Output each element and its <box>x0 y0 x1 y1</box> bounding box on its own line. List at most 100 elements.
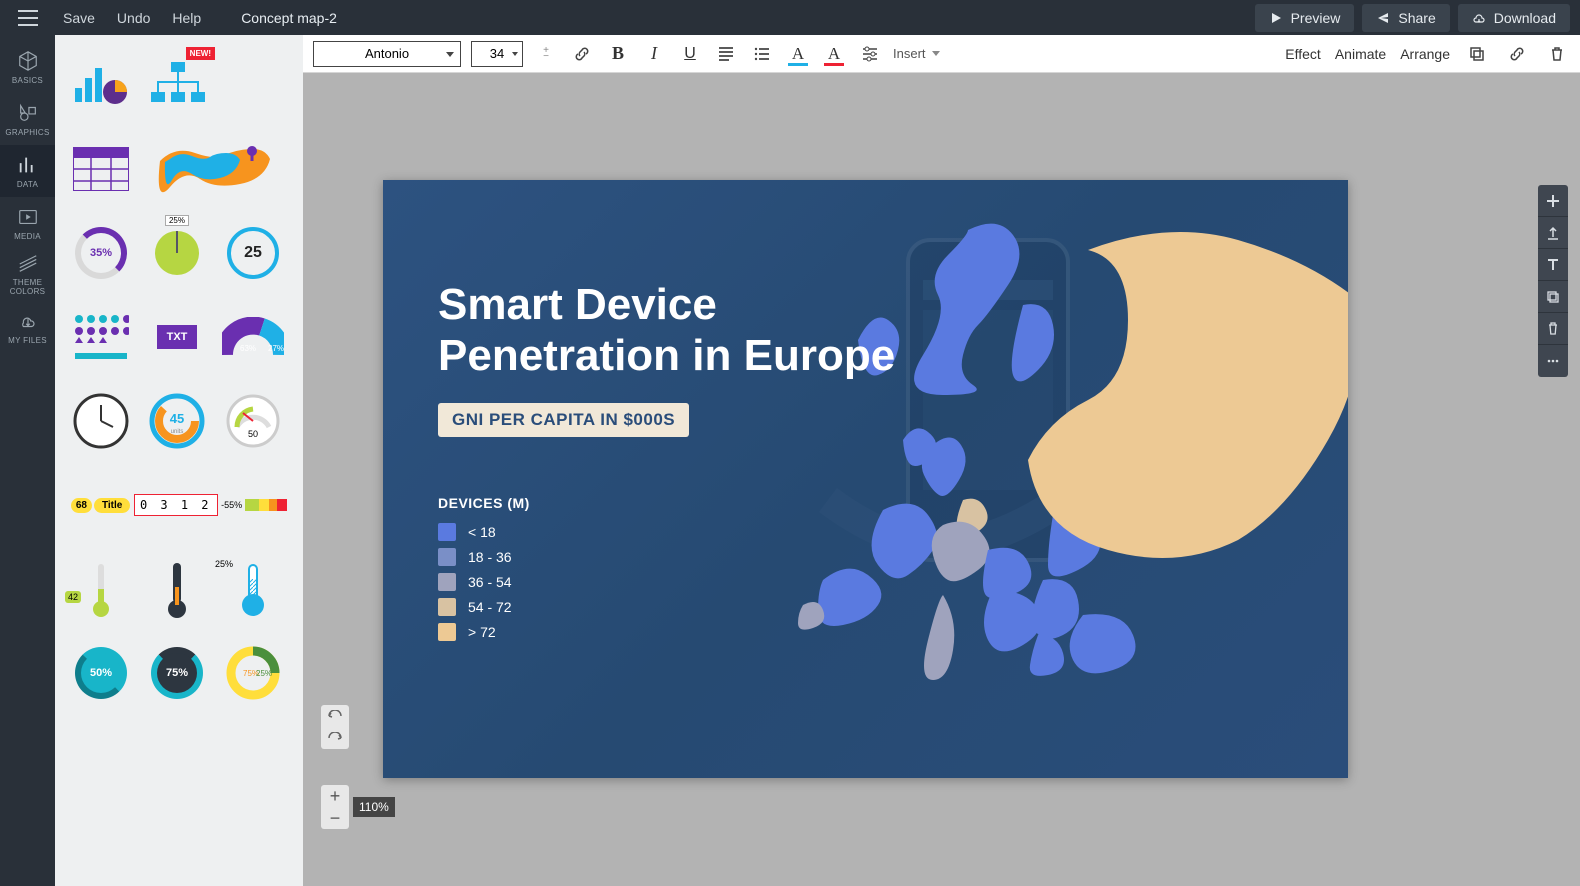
ring2-value: 75% <box>151 647 203 699</box>
rail-label: BASICS <box>12 76 43 85</box>
cloud-upload-icon <box>17 310 39 332</box>
widget-txt-badge[interactable]: TXT <box>145 305 209 369</box>
delete-button[interactable] <box>1538 313 1568 345</box>
add-slide-button[interactable] <box>1538 185 1568 217</box>
legend-swatch <box>438 573 456 591</box>
download-label: Download <box>1494 10 1556 26</box>
share-button[interactable]: Share <box>1362 4 1449 32</box>
effect-button[interactable]: Effect <box>1285 46 1321 62</box>
shapes-icon <box>17 102 39 124</box>
rail-basics[interactable]: BASICS <box>0 41 55 93</box>
rail-my-files[interactable]: MY FILES <box>0 301 55 353</box>
bold-icon[interactable]: B <box>605 41 631 67</box>
widget-table[interactable] <box>69 137 133 201</box>
canvas-slide[interactable]: Smart Device Penetration in Europe GNI P… <box>383 180 1348 778</box>
save-button[interactable]: Save <box>63 10 95 26</box>
rail-media[interactable]: MEDIA <box>0 197 55 249</box>
chart-icon <box>17 154 39 176</box>
rail-graphics[interactable]: GRAPHICS <box>0 93 55 145</box>
ring1-value: 50% <box>75 647 127 699</box>
share-icon <box>1376 11 1390 25</box>
cloud-download-icon <box>1472 11 1486 25</box>
widget-therm-dark[interactable] <box>145 557 209 621</box>
widget-map[interactable] <box>145 137 285 201</box>
widget-donut-35[interactable]: 35% <box>69 221 133 285</box>
ring-value: 25 <box>227 227 279 279</box>
help-button[interactable]: Help <box>172 10 201 26</box>
link2-icon[interactable] <box>1504 41 1530 67</box>
preview-button[interactable]: Preview <box>1255 4 1355 32</box>
undo-button[interactable]: Undo <box>117 10 150 26</box>
svg-text:27%: 27% <box>268 344 284 353</box>
menu-icon[interactable] <box>0 0 55 35</box>
underline-icon[interactable]: U <box>677 41 703 67</box>
insert-dropdown[interactable]: Insert <box>893 46 940 61</box>
animate-button[interactable]: Animate <box>1335 46 1386 62</box>
text-color-icon[interactable]: A <box>785 41 811 67</box>
widget-ring-split[interactable]: 75%25% <box>221 641 285 705</box>
text-tool-button[interactable] <box>1538 249 1568 281</box>
widget-iconarray[interactable] <box>69 305 133 369</box>
widget-panel[interactable]: NEW! 35% 25% 25 <box>55 35 303 886</box>
document-title[interactable]: Concept map-2 <box>241 10 337 26</box>
legend-row: 36 - 54 <box>438 573 1293 591</box>
legend-swatch <box>438 548 456 566</box>
widget-ring-25[interactable]: 25 <box>221 221 285 285</box>
left-rail: BASICS GRAPHICS DATA MEDIA THEME COLORS … <box>0 35 55 886</box>
rail-theme-colors[interactable]: THEME COLORS <box>0 249 55 301</box>
upload-button[interactable] <box>1538 217 1568 249</box>
widget-speedometer[interactable]: 50 <box>221 389 285 453</box>
trash-icon[interactable] <box>1544 41 1570 67</box>
share-label: Share <box>1398 10 1435 26</box>
rail-label: THEME COLORS <box>0 279 55 297</box>
download-button[interactable]: Download <box>1458 4 1570 32</box>
list-icon[interactable] <box>749 41 775 67</box>
top-menu: Save Undo Help Concept map-2 <box>55 10 337 26</box>
copy-button[interactable] <box>1538 281 1568 313</box>
line-height-icon[interactable]: +− <box>533 41 559 67</box>
widget-ring-75[interactable]: 75% <box>145 641 209 705</box>
align-icon[interactable] <box>713 41 739 67</box>
more-button[interactable] <box>1538 345 1568 377</box>
arrange-button[interactable]: Arrange <box>1400 46 1450 62</box>
map-legend[interactable]: DEVICES (M) < 18 18 - 36 36 - 54 54 - 72… <box>438 495 1293 641</box>
canvas-area[interactable]: Antonio 34 +− B I U A A Insert Effect An… <box>303 35 1580 886</box>
italic-icon[interactable]: I <box>641 41 667 67</box>
svg-text:units: units <box>171 429 184 435</box>
palette-icon <box>17 253 39 275</box>
widget-progress-pill[interactable]: 68 Title <box>71 498 131 513</box>
settings-sliders-icon[interactable] <box>857 41 883 67</box>
font-size-select[interactable]: 34 <box>471 41 523 67</box>
options-bar: Antonio 34 +− B I U A A Insert Effect An… <box>303 35 1580 73</box>
zoom-in-button[interactable]: + <box>321 785 349 807</box>
slide-title[interactable]: Smart Device Penetration in Europe <box>438 280 1293 381</box>
zoom-out-button[interactable]: − <box>321 807 349 829</box>
widget-barstack[interactable]: -55% <box>221 499 287 511</box>
legend-label: 54 - 72 <box>468 599 512 615</box>
widget-arc-chart[interactable]: 63% 27% <box>221 305 285 369</box>
widget-counter[interactable]: 0 3 1 2 <box>134 494 218 516</box>
link-icon[interactable] <box>569 41 595 67</box>
font-select[interactable]: Antonio <box>313 41 461 67</box>
preview-label: Preview <box>1291 10 1341 26</box>
widget-therm-green[interactable]: 42 <box>69 557 133 621</box>
redo-canvas-button[interactable] <box>321 727 349 749</box>
widget-ring-50[interactable]: 50% <box>69 641 133 705</box>
widget-radial-45[interactable]: 45units <box>145 389 209 453</box>
insert-label: Insert <box>893 46 926 61</box>
widget-orgchart[interactable]: NEW! <box>145 53 209 117</box>
widget-pie-green[interactable]: 25% <box>145 221 209 285</box>
widget-bar-pie[interactable] <box>69 53 133 117</box>
therm2-label: 25% <box>215 559 233 569</box>
slide-subtitle[interactable]: GNI PER CAPITA IN $000S <box>438 403 689 437</box>
widget-therm-blue[interactable]: 25% <box>221 557 285 621</box>
svg-text:25%: 25% <box>256 669 272 678</box>
history-controls <box>321 705 349 749</box>
widget-clock[interactable] <box>69 389 133 453</box>
duplicate-icon[interactable] <box>1464 41 1490 67</box>
text-highlight-icon[interactable]: A <box>821 41 847 67</box>
rail-data[interactable]: DATA <box>0 145 55 197</box>
size-value: 34 <box>490 46 504 61</box>
legend-row: 18 - 36 <box>438 548 1293 566</box>
undo-canvas-button[interactable] <box>321 705 349 727</box>
